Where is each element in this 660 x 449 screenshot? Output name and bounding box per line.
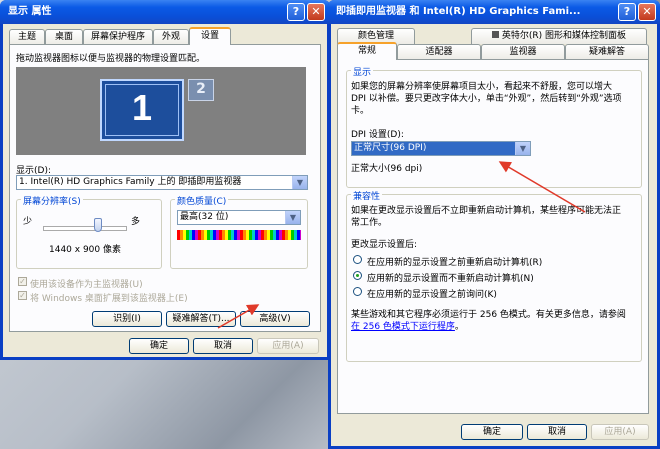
tab-general[interactable]: 常规 <box>337 42 397 60</box>
annotation-arrows <box>217 161 586 329</box>
tab-settings[interactable]: 设置 <box>189 27 231 45</box>
arrow-to-advanced <box>217 304 260 329</box>
arrow-to-dpi <box>498 161 586 213</box>
